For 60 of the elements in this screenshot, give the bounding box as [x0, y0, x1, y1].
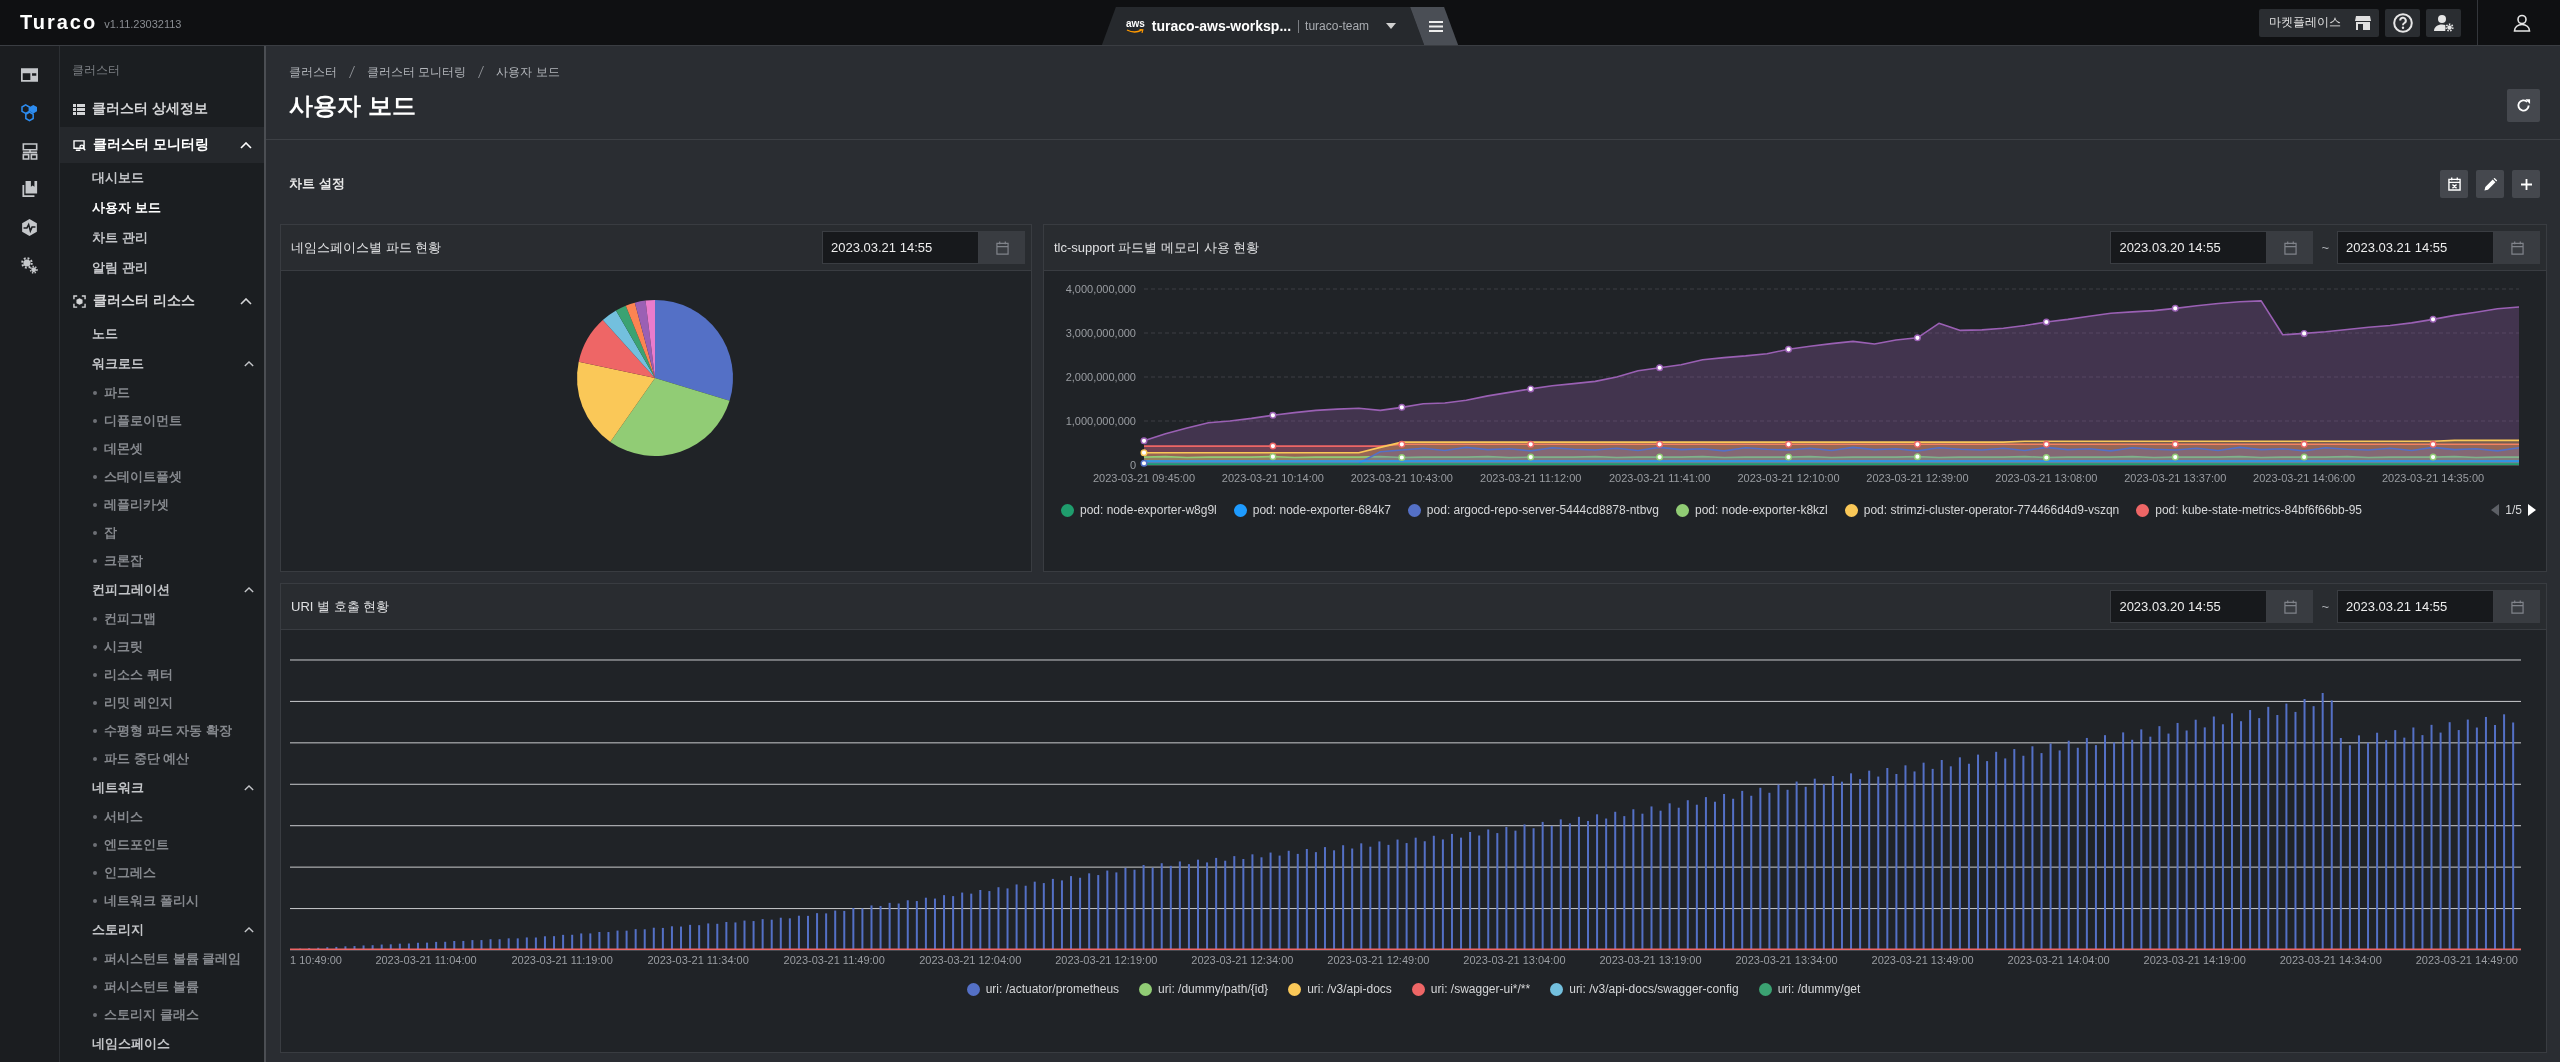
x-axis-label: 1 10:49:00: [290, 954, 342, 966]
legend-label: uri: /v3/api-docs/swagger-config: [1569, 982, 1739, 996]
x-axis-label: 2023-03-21 14:49:00: [2415, 954, 2518, 966]
x-axis-label: 2023-03-21 12:49:00: [1327, 954, 1430, 966]
x-axis-label: 2023-03-21 13:08:00: [1995, 472, 2098, 484]
legend-label: uri: /v3/api-docs: [1307, 982, 1392, 996]
x-axis-label: 2023-03-21 11:04:00: [375, 954, 477, 966]
y-axis-label: 0: [1129, 459, 1136, 471]
logo: Turaco: [20, 11, 98, 34]
legend-label: pod: strimzi-cluster-operator-774466d4d9-vszqn: [1863, 503, 2120, 517]
legend-label: uri: /dummy/get: [1777, 982, 1861, 996]
x-axis-label: 2023-03-21 13:49:00: [1871, 954, 1974, 966]
breadcrumb-item: 사용자 보드: [496, 63, 560, 81]
page-title: 사용자 보드: [289, 91, 417, 121]
panel-title: URI 별 호출 현황: [291, 597, 390, 616]
x-axis-label: 2023-03-21 10:43:00: [1350, 472, 1453, 484]
section-title: 차트 설정: [289, 175, 345, 193]
x-axis-label: 2023-03-21 12:19:00: [1055, 954, 1158, 966]
version-label: v1.11.23032113: [104, 17, 182, 30]
team-name: turaco-team: [1298, 19, 1370, 33]
x-axis-label: 2023-03-21 14:34:00: [2279, 954, 2382, 966]
legend-label: pod: argocd-repo-server-5444cd8878-ntbvg: [1426, 503, 1659, 517]
x-axis-label: 2023-03-21 11:19:00: [511, 954, 613, 966]
x-axis-label: 2023-03-21 14:06:00: [2253, 472, 2356, 484]
range-separator: ~: [2321, 599, 2329, 614]
x-axis-label: 2023-03-21 14:19:00: [2143, 954, 2246, 966]
x-axis-label: 2023-03-21 14:04:00: [2007, 954, 2110, 966]
x-axis-label: 2023-03-21 11:41:00: [1608, 472, 1711, 484]
legend-label: uri: /dummy/path/{id}: [1158, 982, 1269, 996]
sidebar-heading: 클러스터: [71, 62, 121, 79]
x-axis-label: 2023-03-21 11:34:00: [647, 954, 749, 966]
x-axis-label: 2023-03-21 11:12:00: [1480, 472, 1582, 484]
legend-label: uri: /swagger-ui*/**: [1430, 982, 1531, 996]
x-axis-label: 2023-03-21 10:14:00: [1221, 472, 1324, 484]
legend-page-label: 1/5: [2505, 503, 2522, 517]
x-axis-label: 2023-03-21 12:39:00: [1866, 472, 1969, 484]
x-axis-label: 2023-03-21 14:35:00: [2382, 472, 2485, 484]
x-axis-label: 2023-03-21 13:19:00: [1599, 954, 1702, 966]
x-axis-label: 2023-03-21 13:37:00: [2124, 472, 2227, 484]
panel-title: 네임스페이스별 파드 현황: [291, 238, 442, 257]
range-separator: ~: [2321, 240, 2329, 255]
legend-label: pod: node-exporter-k8kzl: [1695, 503, 1828, 517]
legend-label: pod: node-exporter-684k7: [1252, 503, 1391, 517]
y-axis-label: 4,000,000,000: [1065, 283, 1136, 295]
x-axis-label: 2023-03-21 09:45:00: [1092, 472, 1196, 484]
x-axis-label: 2023-03-21 13:34:00: [1735, 954, 1838, 966]
x-axis-label: 2023-03-21 12:10:00: [1737, 472, 1840, 484]
panel-title: tlc-support 파드별 메모리 사용 현황: [1054, 238, 1260, 257]
legend-label: pod: kube-state-metrics-84bf6f66bb-95: [2155, 503, 2363, 517]
legend-label: uri: /actuator/prometheus: [985, 982, 1120, 996]
x-axis-label: 2023-03-21 12:04:00: [919, 954, 1022, 966]
y-axis-label: 3,000,000,000: [1065, 327, 1136, 339]
x-axis-label: 2023-03-21 11:49:00: [783, 954, 885, 966]
x-axis-label: 2023-03-21 13:04:00: [1463, 954, 1566, 966]
provider-logo: aws: [1125, 18, 1145, 29]
x-axis-label: 2023-03-21 12:34:00: [1191, 954, 1294, 966]
y-axis-label: 1,000,000,000: [1065, 415, 1136, 427]
workspace-name: turaco-aws-worksp...: [1151, 18, 1292, 34]
y-axis-label: 2,000,000,000: [1065, 371, 1136, 383]
legend-label: pod: node-exporter-w8g9l: [1080, 503, 1217, 517]
